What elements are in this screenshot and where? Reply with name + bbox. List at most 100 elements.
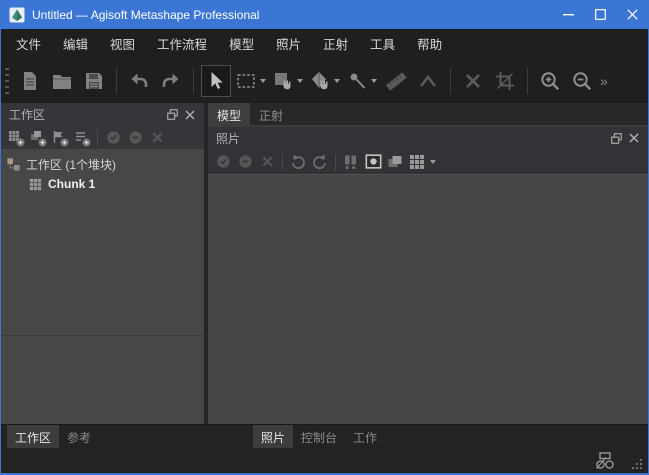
resize-grip[interactable] xyxy=(630,458,643,471)
add-photos-button[interactable] xyxy=(27,128,49,148)
photos-panel-content[interactable] xyxy=(208,175,648,424)
point-tool-dropdown-caret[interactable] xyxy=(371,79,377,83)
minus-circle-icon xyxy=(127,129,144,146)
toolbar-separator xyxy=(116,68,117,94)
disable-item-button[interactable] xyxy=(124,128,146,148)
enable-item-button[interactable] xyxy=(102,128,124,148)
redo-icon xyxy=(160,70,182,92)
titlebar: Untitled — Agisoft Metashape Professiona… xyxy=(1,0,648,29)
crop-region-button[interactable] xyxy=(490,65,520,97)
workspace-node-icon xyxy=(6,157,21,172)
menu-view[interactable]: 视图 xyxy=(99,28,146,59)
remove-photo-button[interactable] xyxy=(256,152,278,172)
check-circle-icon xyxy=(105,129,122,146)
save-icon xyxy=(83,70,105,92)
maximize-button[interactable] xyxy=(584,0,616,29)
menu-model[interactable]: 模型 xyxy=(218,28,265,59)
tab-console[interactable]: 控制台 xyxy=(293,425,345,448)
workspace-panel-title: 工作区 xyxy=(9,106,163,123)
close-button[interactable] xyxy=(616,0,648,29)
filter-photos-icon xyxy=(342,153,360,171)
photos-toolbar-separator xyxy=(282,154,283,170)
network-status-icon[interactable] xyxy=(594,451,616,470)
zoom-in-button[interactable] xyxy=(535,65,565,97)
photos-panel-header: 照片 xyxy=(208,127,648,149)
disable-photo-button[interactable] xyxy=(234,152,256,172)
toolbar-overflow-button[interactable]: » xyxy=(600,73,608,89)
add-chunk-button[interactable] xyxy=(5,128,27,148)
menu-tools[interactable]: 工具 xyxy=(359,28,406,59)
save-project-button[interactable] xyxy=(79,65,109,97)
tab-photos[interactable]: 照片 xyxy=(253,425,293,448)
tab-jobs[interactable]: 工作 xyxy=(345,425,385,448)
photos-close-button[interactable] xyxy=(625,129,643,147)
tree-item-workspace-root[interactable]: 工作区 (1个堆块) xyxy=(1,154,204,174)
move-object-tool-button[interactable] xyxy=(270,65,296,97)
zoom-out-button[interactable] xyxy=(567,65,597,97)
select-tool-button[interactable] xyxy=(201,65,231,97)
menu-photos[interactable]: 照片 xyxy=(265,28,312,59)
add-marker-icon xyxy=(51,129,69,147)
rotate-left-button[interactable] xyxy=(287,152,309,172)
photos-float-button[interactable] xyxy=(607,129,625,147)
rotate-right-button[interactable] xyxy=(309,152,331,172)
rectangle-selection-dropdown-caret[interactable] xyxy=(260,79,266,83)
select-arrow-icon xyxy=(205,70,227,92)
menu-ortho[interactable]: 正射 xyxy=(312,28,359,59)
image-mask-icon xyxy=(364,152,383,171)
add-scalebar-icon xyxy=(73,129,91,147)
workspace-panel: 工作区 xyxy=(1,103,204,424)
photos-toolbar xyxy=(208,149,648,175)
thumbnail-view-button[interactable] xyxy=(406,152,428,172)
workspace-float-button[interactable] xyxy=(163,106,181,124)
open-project-button[interactable] xyxy=(47,65,77,97)
workspace-tree: 工作区 (1个堆块) Chunk 1 xyxy=(1,149,204,336)
angle-icon xyxy=(417,70,439,92)
menu-edit[interactable]: 编辑 xyxy=(52,28,99,59)
add-scalebar-button[interactable] xyxy=(71,128,93,148)
thumbnail-view-dropdown-caret[interactable] xyxy=(430,160,436,164)
statusbar xyxy=(1,448,648,473)
layers-icon xyxy=(386,153,404,171)
show-masks-button[interactable] xyxy=(362,152,384,172)
add-marker-button[interactable] xyxy=(49,128,71,148)
angle-tool-button[interactable] xyxy=(413,65,443,97)
ruler-tool-button[interactable] xyxy=(381,65,411,97)
remove-x-icon xyxy=(149,129,166,146)
tab-workspace[interactable]: 工作区 xyxy=(7,425,59,448)
minimize-button[interactable] xyxy=(552,0,584,29)
photo-details-button[interactable] xyxy=(384,152,406,172)
workspace-panel-empty-area xyxy=(1,336,204,424)
undo-button[interactable] xyxy=(124,65,154,97)
point-tool-button[interactable] xyxy=(344,65,370,97)
move-object-dropdown-caret[interactable] xyxy=(297,79,303,83)
workspace-toolbar xyxy=(1,126,204,149)
menu-workflow[interactable]: 工作流程 xyxy=(146,28,218,59)
chunk-label: Chunk 1 xyxy=(48,177,95,191)
workspace-toolbar-separator xyxy=(97,130,98,146)
open-folder-icon xyxy=(51,70,73,92)
right-dock-tabs: 照片 控制台 工作 xyxy=(253,425,385,448)
new-project-button[interactable] xyxy=(15,65,45,97)
delete-button[interactable] xyxy=(458,65,488,97)
rectangle-selection-icon xyxy=(235,70,257,92)
enable-photo-button[interactable] xyxy=(212,152,234,172)
tab-ortho[interactable]: 正射 xyxy=(250,103,292,125)
add-chunk-icon xyxy=(7,129,25,147)
menu-file[interactable]: 文件 xyxy=(5,28,52,59)
rotate-object-dropdown-caret[interactable] xyxy=(334,79,340,83)
redo-button[interactable] xyxy=(156,65,186,97)
left-dock-tabs: 工作区 参考 xyxy=(7,425,99,448)
workspace-close-button[interactable] xyxy=(181,106,199,124)
toolbar-separator xyxy=(527,68,528,94)
filter-photos-button[interactable] xyxy=(340,152,362,172)
tab-reference[interactable]: 参考 xyxy=(59,425,99,448)
menu-help[interactable]: 帮助 xyxy=(406,28,453,59)
remove-item-button[interactable] xyxy=(146,128,168,148)
toolbar-drag-handle[interactable] xyxy=(5,68,9,94)
tree-item-chunk[interactable]: Chunk 1 xyxy=(1,174,204,194)
workspace-panel-header: 工作区 xyxy=(1,103,204,126)
rotate-object-tool-button[interactable] xyxy=(307,65,333,97)
rectangle-selection-tool-button[interactable] xyxy=(233,65,259,97)
tab-model[interactable]: 模型 xyxy=(208,103,250,125)
